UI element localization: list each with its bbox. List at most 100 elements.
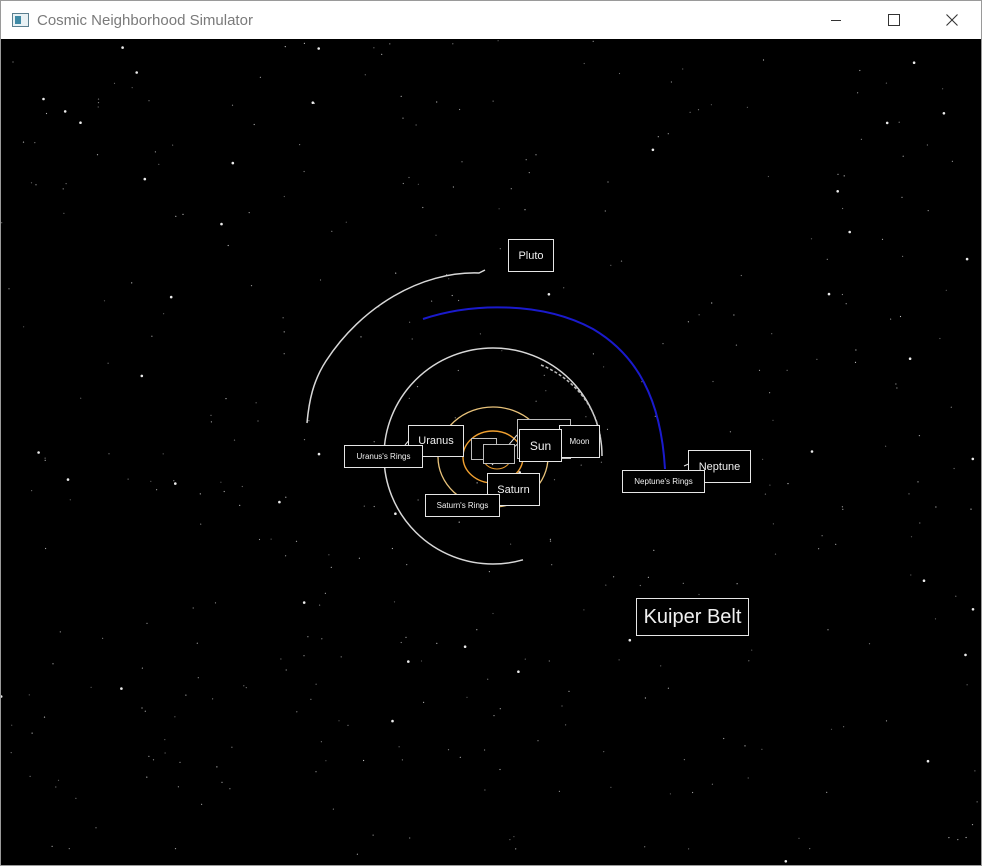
star bbox=[452, 43, 454, 45]
star bbox=[827, 629, 829, 631]
star bbox=[492, 100, 494, 102]
space-viewport[interactable]: Pluto Uranus Uranus's Rings Moon Sun Sat… bbox=[1, 39, 981, 865]
neptune-rings-label[interactable]: Neptune's Rings bbox=[622, 470, 705, 493]
star bbox=[393, 601, 396, 603]
moon-label[interactable]: Moon bbox=[559, 425, 600, 458]
pluto-orbit bbox=[306, 269, 486, 424]
star bbox=[216, 766, 218, 768]
star bbox=[723, 737, 725, 740]
star bbox=[302, 601, 306, 604]
star bbox=[140, 374, 144, 378]
star bbox=[603, 366, 605, 368]
star bbox=[214, 602, 217, 604]
star bbox=[285, 496, 287, 498]
star bbox=[231, 161, 235, 165]
star bbox=[688, 848, 690, 850]
star bbox=[121, 46, 124, 49]
star bbox=[868, 643, 871, 645]
star bbox=[31, 490, 33, 492]
star bbox=[42, 97, 45, 101]
star bbox=[653, 549, 655, 551]
star bbox=[660, 665, 662, 667]
star bbox=[303, 439, 306, 441]
star bbox=[711, 783, 714, 785]
star bbox=[405, 636, 407, 639]
star bbox=[415, 124, 417, 126]
title-bar[interactable]: Cosmic Neighborhood Simulator bbox=[1, 1, 981, 39]
star bbox=[113, 82, 116, 84]
star bbox=[172, 144, 174, 146]
star bbox=[948, 837, 950, 839]
star bbox=[499, 768, 501, 771]
star bbox=[321, 638, 323, 640]
star bbox=[842, 207, 844, 210]
kuiper-belt-label[interactable]: Kuiper Belt bbox=[636, 598, 749, 636]
star bbox=[317, 452, 321, 456]
star bbox=[373, 441, 375, 443]
maximize-button[interactable] bbox=[865, 1, 923, 39]
star bbox=[927, 210, 929, 212]
star bbox=[151, 335, 153, 337]
star bbox=[255, 402, 257, 404]
star bbox=[698, 593, 700, 596]
star bbox=[740, 274, 742, 277]
star bbox=[179, 761, 181, 764]
star bbox=[761, 748, 763, 750]
star bbox=[769, 392, 771, 394]
star bbox=[942, 112, 946, 115]
star bbox=[818, 548, 820, 550]
star bbox=[103, 300, 106, 302]
star bbox=[926, 144, 929, 146]
star bbox=[29, 775, 31, 778]
star bbox=[400, 641, 402, 644]
sun-label[interactable]: Sun bbox=[519, 429, 562, 462]
star bbox=[751, 649, 753, 651]
star bbox=[156, 489, 158, 491]
star bbox=[143, 177, 147, 181]
star bbox=[592, 40, 594, 42]
star bbox=[284, 46, 286, 48]
minimize-button[interactable] bbox=[807, 1, 865, 39]
star bbox=[774, 553, 777, 555]
window-controls bbox=[807, 1, 981, 39]
star bbox=[451, 294, 453, 297]
star bbox=[311, 101, 315, 104]
star bbox=[406, 564, 408, 566]
star bbox=[950, 406, 952, 408]
pluto-label[interactable]: Pluto bbox=[508, 239, 554, 272]
star bbox=[239, 504, 241, 506]
star bbox=[908, 357, 912, 361]
star bbox=[229, 788, 231, 790]
star bbox=[10, 752, 12, 754]
star bbox=[461, 161, 463, 163]
star bbox=[436, 101, 438, 103]
star bbox=[830, 728, 833, 730]
star bbox=[452, 186, 454, 188]
star bbox=[43, 716, 46, 718]
star bbox=[97, 106, 99, 108]
star bbox=[303, 655, 305, 657]
saturn-rings-label[interactable]: Saturn's Rings bbox=[425, 494, 500, 517]
star bbox=[258, 538, 261, 541]
star bbox=[493, 715, 495, 717]
star bbox=[657, 136, 659, 138]
star bbox=[843, 175, 845, 177]
star bbox=[748, 660, 750, 662]
star bbox=[917, 481, 919, 483]
star bbox=[283, 353, 285, 355]
star bbox=[910, 574, 912, 576]
star bbox=[135, 71, 138, 74]
inner-planet-label[interactable] bbox=[483, 444, 515, 464]
star bbox=[95, 827, 97, 829]
uranus-rings-label[interactable]: Uranus's Rings bbox=[344, 445, 423, 468]
star bbox=[885, 121, 889, 125]
close-button[interactable] bbox=[923, 1, 981, 39]
star bbox=[253, 123, 255, 126]
star bbox=[308, 420, 310, 422]
star bbox=[141, 667, 143, 669]
star bbox=[62, 188, 64, 190]
star bbox=[580, 464, 582, 466]
star bbox=[855, 349, 857, 351]
star bbox=[687, 321, 690, 323]
star bbox=[537, 740, 539, 742]
